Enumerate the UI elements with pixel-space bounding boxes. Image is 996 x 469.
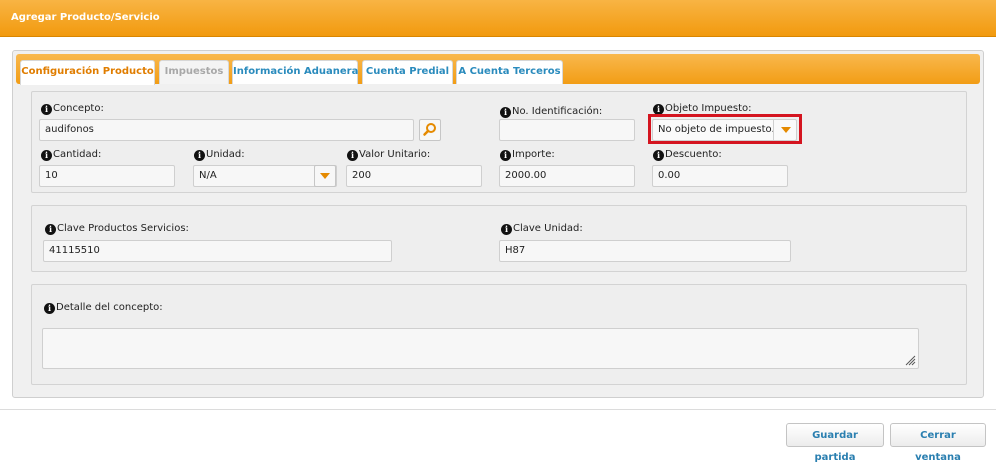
- detalle-section: i Detalle del concepto:: [31, 284, 967, 385]
- tab-configuracion-producto[interactable]: Configuración Producto: [20, 60, 155, 85]
- info-icon: i: [347, 150, 358, 161]
- tab-informacion-aduanera[interactable]: Información Aduanera: [232, 60, 358, 84]
- cantidad-label: i Cantidad:: [41, 149, 101, 161]
- descuento-input[interactable]: 0.00: [652, 165, 788, 187]
- info-icon: i: [653, 150, 664, 161]
- clave-productos-servicios-input[interactable]: 41115510: [43, 240, 392, 262]
- concepto-label: i Concepto:: [41, 103, 104, 115]
- window-titlebar: Agregar Producto/Servicio: [0, 0, 996, 37]
- resize-grip-icon[interactable]: [905, 355, 916, 366]
- info-icon: i: [500, 107, 511, 118]
- claves-section: i Clave Productos Servicios: 41115510 i Cl…: [31, 205, 967, 272]
- tab-cuenta-predial[interactable]: Cuenta Predial: [362, 60, 453, 84]
- no-identificacion-input[interactable]: [499, 119, 635, 141]
- info-icon: i: [45, 224, 56, 235]
- highlight-box: [648, 114, 802, 144]
- footer-divider: [0, 409, 996, 410]
- main-panel: Configuración Producto Impuestos Informa…: [12, 50, 984, 398]
- concepto-input[interactable]: audifonos: [39, 119, 414, 141]
- no-identificacion-label: i No. Identificación:: [500, 106, 602, 118]
- cantidad-input[interactable]: 10: [39, 165, 175, 187]
- detalle-textarea[interactable]: [42, 328, 919, 369]
- clave-productos-servicios-label: i Clave Productos Servicios:: [45, 223, 189, 235]
- info-icon: i: [500, 150, 511, 161]
- guardar-partida-button[interactable]: Guardar partida: [786, 423, 884, 463]
- clave-unidad-label: i Clave Unidad:: [501, 223, 583, 235]
- descuento-label: i Descuento:: [653, 149, 722, 161]
- search-button[interactable]: [419, 119, 441, 141]
- cerrar-ventana-button[interactable]: Cerrar ventana: [890, 423, 986, 463]
- info-icon: i: [44, 303, 55, 314]
- info-icon: i: [41, 150, 52, 161]
- importe-input[interactable]: 2000.00: [499, 165, 635, 187]
- valor-unitario-input[interactable]: 200: [346, 165, 482, 187]
- info-icon: i: [501, 224, 512, 235]
- clave-unidad-input[interactable]: H87: [499, 240, 791, 262]
- unidad-value: N/A: [199, 170, 217, 181]
- product-section: i Concepto: audifonos i No. Identificación…: [31, 91, 967, 193]
- unidad-dropdown-button[interactable]: [314, 165, 336, 187]
- info-icon: i: [194, 150, 205, 161]
- valor-unitario-label: i Valor Unitario:: [347, 149, 430, 161]
- detalle-label: i Detalle del concepto:: [44, 302, 163, 314]
- tab-impuestos[interactable]: Impuestos: [159, 60, 229, 84]
- info-icon: i: [41, 104, 52, 115]
- importe-label: i Importe:: [500, 149, 555, 161]
- tab-bar: Configuración Producto Impuestos Informa…: [16, 54, 980, 85]
- unidad-label: i Unidad:: [194, 149, 245, 161]
- magnifier-icon: [423, 123, 436, 136]
- chevron-down-icon: [320, 173, 330, 179]
- window-title: Agregar Producto/Servicio: [11, 12, 160, 23]
- tab-a-cuenta-terceros[interactable]: A Cuenta Terceros: [456, 60, 563, 84]
